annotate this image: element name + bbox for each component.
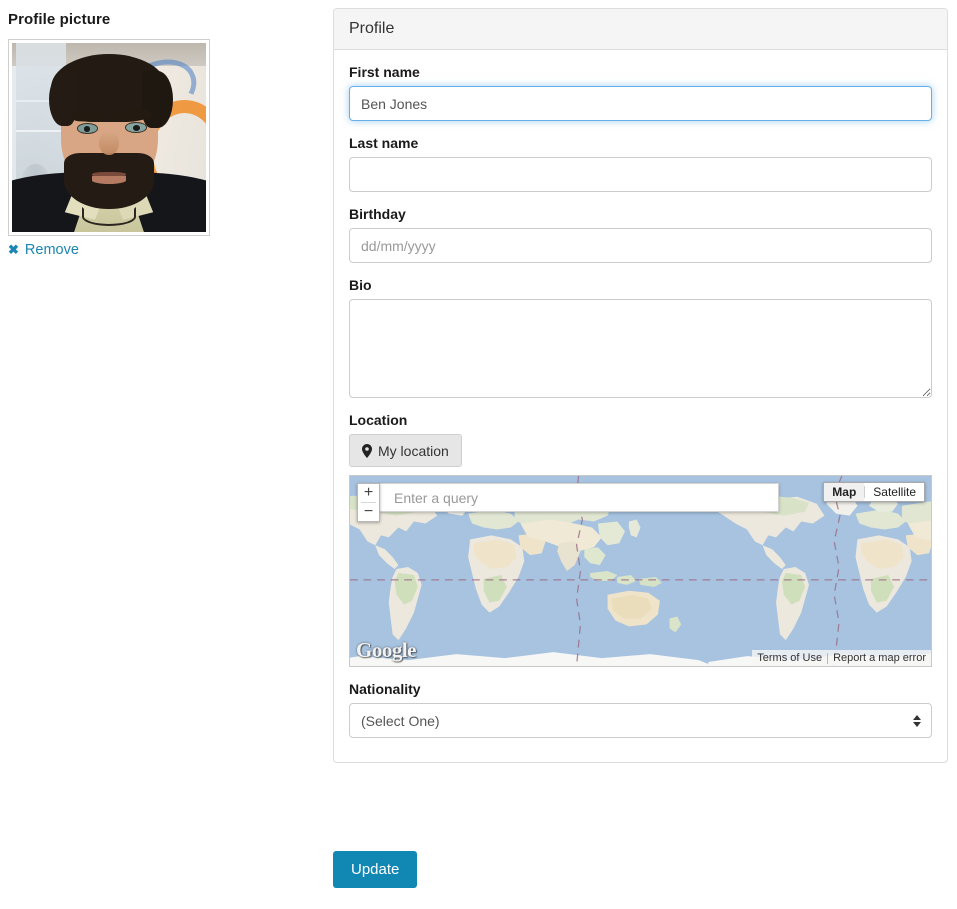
profile-picture-column: Profile picture ✖ Remove (0, 0, 320, 258)
update-button[interactable]: Update (333, 851, 418, 888)
location-label: Location (349, 412, 408, 428)
profile-panel-body: First name Last name Birthday Bio Locati… (334, 50, 947, 762)
profile-picture-image (12, 43, 206, 232)
photo-moustache (76, 156, 142, 172)
field-group-birthday: Birthday (349, 206, 932, 263)
field-group-location: Location My location + − Enter a query M… (349, 412, 932, 667)
photo-pupil-right (133, 125, 141, 131)
photo-pupil-left (83, 126, 91, 132)
remove-picture-link[interactable]: ✖ Remove (8, 242, 79, 258)
google-logo: Google (356, 638, 417, 662)
panel-title: Profile (349, 20, 395, 37)
field-group-bio: Bio (349, 277, 932, 398)
photo-glass-line-lower (15, 129, 67, 132)
field-group-last-name: Last name (349, 135, 932, 192)
close-x-icon: ✖ (8, 242, 19, 257)
birthday-label: Birthday (349, 206, 406, 222)
remove-picture-label: Remove (24, 242, 79, 258)
map-search-box[interactable] (379, 483, 779, 512)
birthday-input[interactable] (349, 228, 932, 263)
map-report-error-link[interactable]: Report a map error (828, 650, 931, 666)
first-name-label: First name (349, 64, 420, 80)
map-zoom-controls[interactable]: + − (357, 483, 380, 522)
map-zoom-out-button[interactable]: − (358, 503, 379, 521)
first-name-input[interactable] (349, 86, 932, 121)
photo-nose (99, 131, 119, 155)
nationality-label: Nationality (349, 681, 421, 697)
profile-panel: Profile First name Last name Birthday Bi… (333, 8, 948, 763)
my-location-button[interactable]: My location (349, 434, 462, 467)
map-type-satellite-button[interactable]: Satellite (865, 483, 924, 501)
last-name-label: Last name (349, 135, 419, 151)
map-search-input[interactable] (392, 488, 766, 507)
nationality-select-wrapper: (Select One) (349, 703, 932, 738)
profile-picture-title: Profile picture (8, 11, 111, 28)
map-type-control[interactable]: Map Satellite (823, 482, 925, 502)
profile-panel-header: Profile (334, 9, 947, 50)
bio-textarea[interactable] (349, 299, 932, 398)
bio-label: Bio (349, 277, 372, 293)
profile-picture-frame (8, 39, 210, 236)
map-pin-icon (362, 443, 372, 458)
my-location-label: My location (378, 442, 449, 459)
profile-edit-page: Profile picture ✖ Remove Profile First n… (0, 0, 957, 909)
map-terms-of-use-link[interactable]: Terms of Use (752, 650, 827, 666)
map-attribution: Terms of Use Report a map error (752, 650, 931, 666)
location-map[interactable]: + − Map Satellite Google Terms of (349, 475, 932, 667)
field-group-nationality: Nationality (Select One) (349, 681, 932, 738)
nationality-select[interactable]: (Select One) (349, 703, 932, 738)
photo-hair-right (142, 71, 174, 129)
photo-lower-lip (91, 176, 127, 184)
map-zoom-in-button[interactable]: + (358, 484, 379, 502)
last-name-input[interactable] (349, 157, 932, 192)
map-type-map-button[interactable]: Map (824, 483, 865, 501)
field-group-first-name: First name (349, 64, 932, 121)
